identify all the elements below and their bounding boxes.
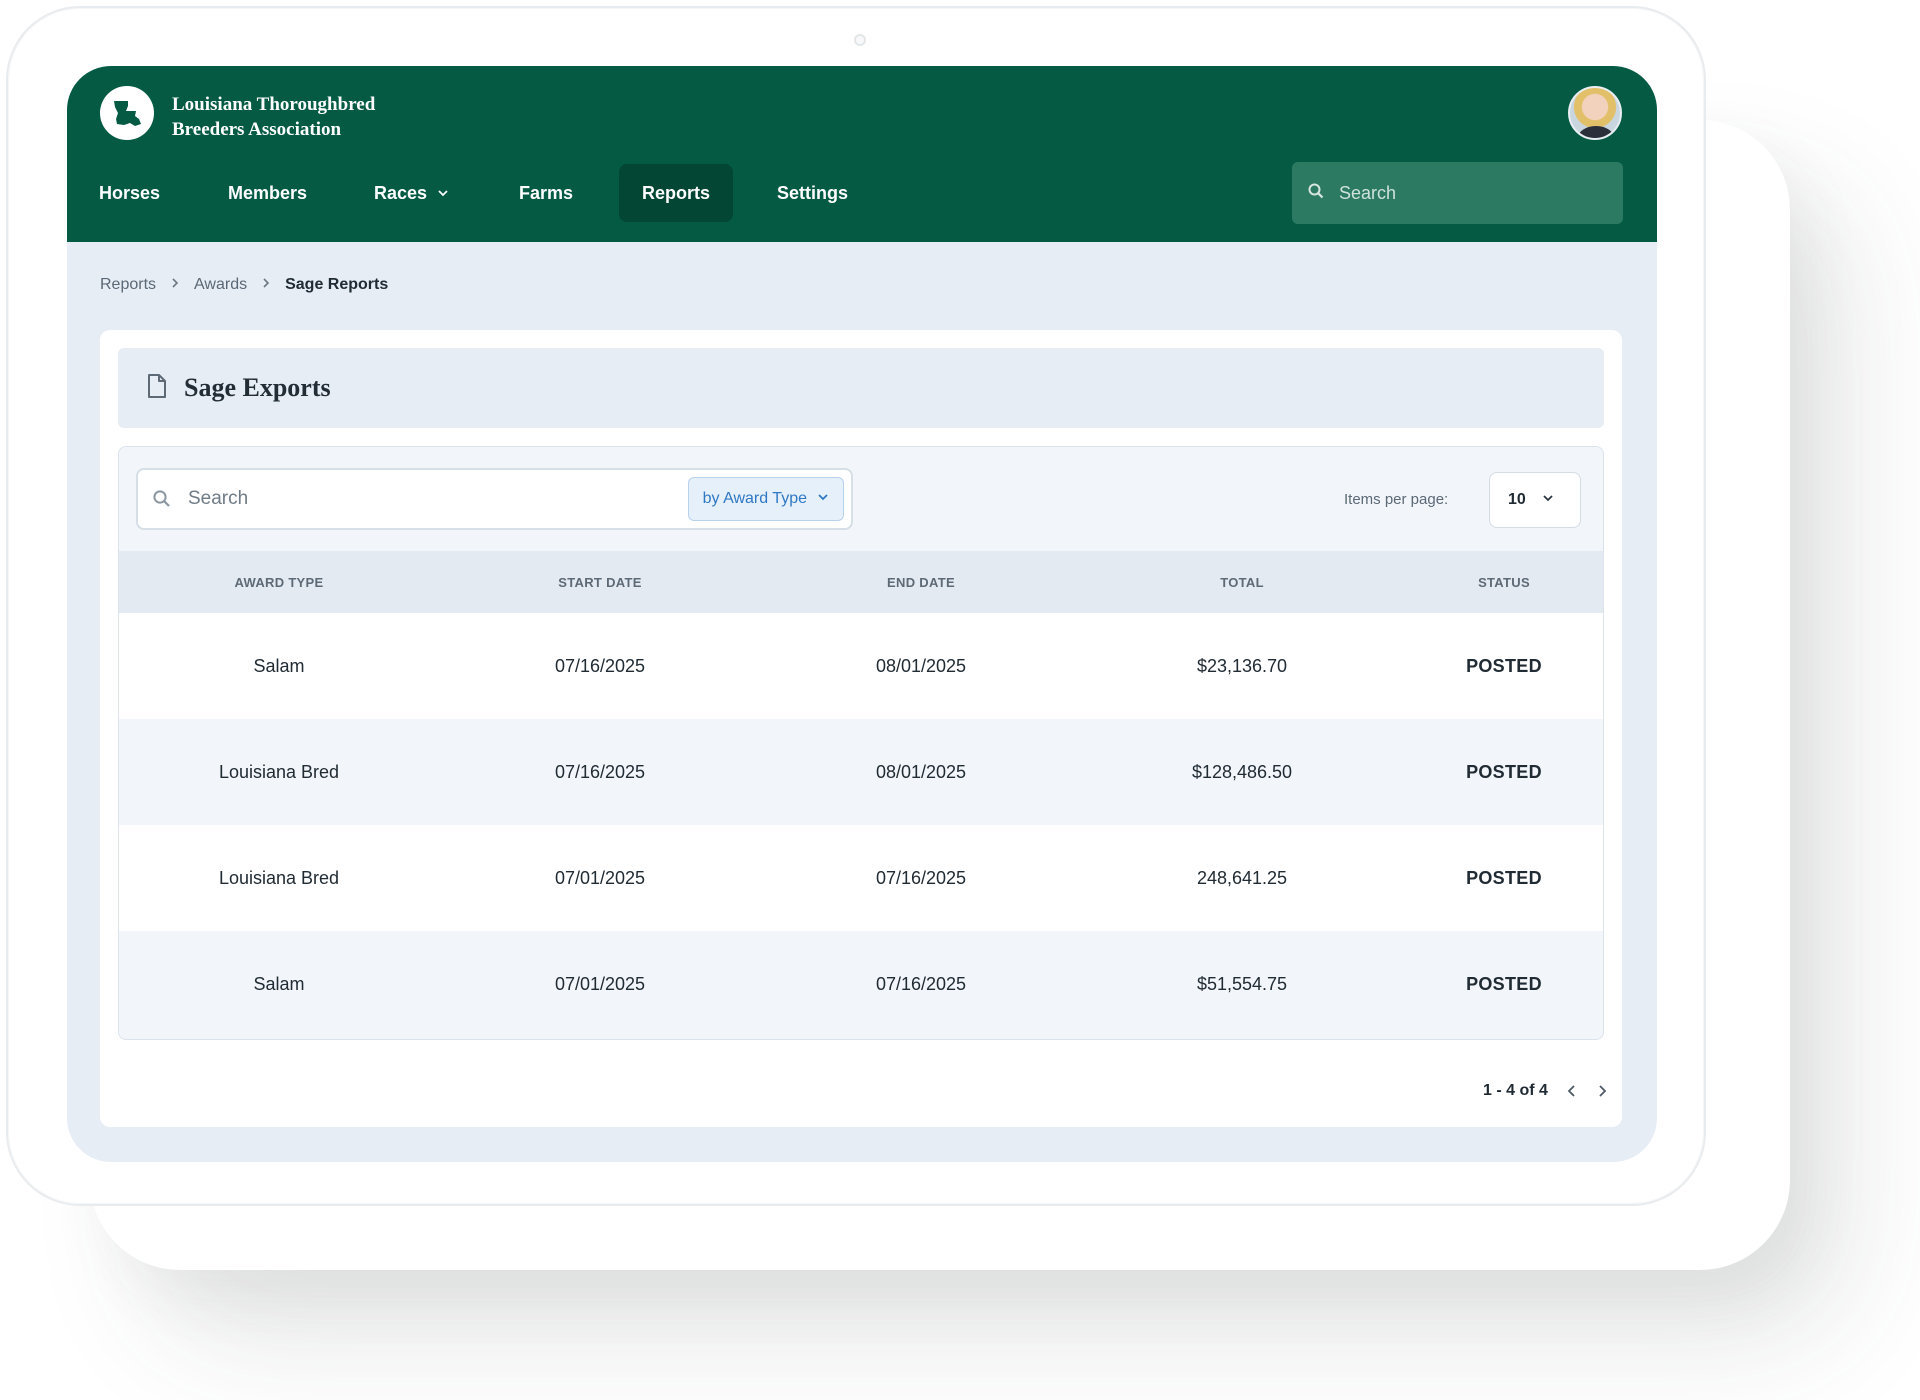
nav-item-races[interactable]: Races [351, 164, 472, 222]
nav-item-members[interactable]: Members [205, 164, 330, 222]
breadcrumb: Reports Awards Sage Reports [100, 276, 388, 294]
card-title: Sage Exports [184, 373, 331, 402]
cell-start-date: 07/01/2025 [439, 825, 761, 931]
breadcrumb-awards[interactable]: Awards [194, 276, 247, 294]
status-badge: POSTED [1403, 825, 1603, 931]
nav-item-reports[interactable]: Reports [619, 164, 734, 222]
status-badge: POSTED [1403, 931, 1603, 1037]
table-row[interactable]: Louisiana Bred 07/16/2025 08/01/2025 $12… [119, 719, 1603, 825]
nav-label: Reports [642, 182, 711, 203]
chevron-down-icon [817, 490, 829, 508]
chevron-right-icon [261, 276, 271, 294]
app-screen: Louisiana Thoroughbred Breeders Associat… [67, 66, 1657, 1162]
search-icon [152, 489, 172, 514]
items-per-page-select[interactable]: 10 [1489, 472, 1581, 528]
cell-award-type: Salam [119, 931, 439, 1037]
sage-exports-card: Sage Exports by Award Type [100, 330, 1622, 1127]
chevron-down-icon [1542, 491, 1554, 509]
cell-start-date: 07/16/2025 [439, 613, 761, 719]
column-header-status[interactable]: STATUS [1403, 551, 1603, 613]
nav-item-farms[interactable]: Farms [496, 164, 596, 222]
org-name: Louisiana Thoroughbred Breeders Associat… [172, 92, 432, 142]
top-header: Louisiana Thoroughbred Breeders Associat… [67, 66, 1657, 242]
nav-label: Settings [777, 182, 849, 203]
cell-start-date: 07/01/2025 [439, 931, 761, 1037]
column-header-total[interactable]: TOTAL [1081, 551, 1403, 613]
table-search-box: by Award Type [136, 468, 853, 530]
scene: Louisiana Thoroughbred Breeders Associat… [0, 0, 1920, 1400]
pagination: 1 - 4 of 4 [1483, 1082, 1608, 1100]
cell-award-type: Louisiana Bred [119, 825, 439, 931]
breadcrumb-reports[interactable]: Reports [100, 276, 156, 294]
document-icon [146, 373, 168, 404]
nav-label: Races [374, 182, 428, 203]
chevron-right-icon[interactable] [1596, 1083, 1608, 1099]
chevron-down-icon [437, 183, 449, 204]
chevron-right-icon [170, 276, 180, 294]
award-type-filter-dropdown[interactable]: by Award Type [687, 477, 844, 521]
status-badge: POSTED [1403, 719, 1603, 825]
cell-total: $128,486.50 [1081, 719, 1403, 825]
main-nav: Horses Members Races Farms Reports Setti… [67, 164, 1267, 224]
org-name-line1: Louisiana Thoroughbred [172, 94, 376, 115]
items-per-page-label: Items per page: [1344, 491, 1449, 508]
table-panel: by Award Type Items per page: 10 [118, 446, 1604, 1040]
breadcrumb-current: Sage Reports [285, 276, 389, 293]
cell-total: $51,554.75 [1081, 931, 1403, 1037]
cell-award-type: Salam [119, 613, 439, 719]
table-search-input[interactable] [188, 484, 658, 514]
org-name-line2: Breeders Association [172, 119, 342, 140]
status-badge: POSTED [1403, 613, 1603, 719]
table-row[interactable]: Salam 07/16/2025 08/01/2025 $23,136.70 P… [119, 613, 1603, 719]
nav-label: Members [228, 182, 308, 203]
column-header-end-date[interactable]: END DATE [761, 551, 1081, 613]
cell-start-date: 07/16/2025 [439, 719, 761, 825]
table-header-row: AWARD TYPE START DATE END DATE TOTAL STA… [119, 551, 1603, 613]
nav-item-settings[interactable]: Settings [754, 164, 871, 222]
table-row[interactable]: Louisiana Bred 07/01/2025 07/16/2025 248… [119, 825, 1603, 931]
cell-total: 248,641.25 [1081, 825, 1403, 931]
header-search-input[interactable] [1339, 182, 1599, 204]
card-header: Sage Exports [118, 348, 1604, 428]
nav-label: Horses [99, 182, 161, 203]
louisiana-logo-icon[interactable] [100, 86, 154, 140]
nav-item-horses[interactable]: Horses [76, 164, 183, 222]
column-header-start-date[interactable]: START DATE [439, 551, 761, 613]
cell-total: $23,136.70 [1081, 613, 1403, 719]
cell-end-date: 08/01/2025 [761, 613, 1081, 719]
table-row[interactable]: Salam 07/01/2025 07/16/2025 $51,554.75 P… [119, 931, 1603, 1037]
search-icon [1307, 182, 1325, 205]
cell-end-date: 07/16/2025 [761, 825, 1081, 931]
avatar-shoulders [1578, 126, 1614, 138]
chevron-left-icon[interactable] [1566, 1083, 1578, 1099]
tablet-device: Louisiana Thoroughbred Breeders Associat… [6, 6, 1706, 1206]
items-per-page-value: 10 [1508, 491, 1526, 508]
award-type-filter-label: by Award Type [702, 490, 807, 507]
avatar[interactable] [1568, 86, 1622, 140]
cell-award-type: Louisiana Bred [119, 719, 439, 825]
cell-end-date: 07/16/2025 [761, 931, 1081, 1037]
camera [854, 34, 866, 46]
header-search [1292, 162, 1623, 224]
pagination-range: 1 - 4 of 4 [1483, 1082, 1548, 1099]
sage-exports-table: AWARD TYPE START DATE END DATE TOTAL STA… [119, 551, 1603, 1037]
nav-label: Farms [519, 182, 574, 203]
column-header-award-type[interactable]: AWARD TYPE [119, 551, 439, 613]
cell-end-date: 08/01/2025 [761, 719, 1081, 825]
